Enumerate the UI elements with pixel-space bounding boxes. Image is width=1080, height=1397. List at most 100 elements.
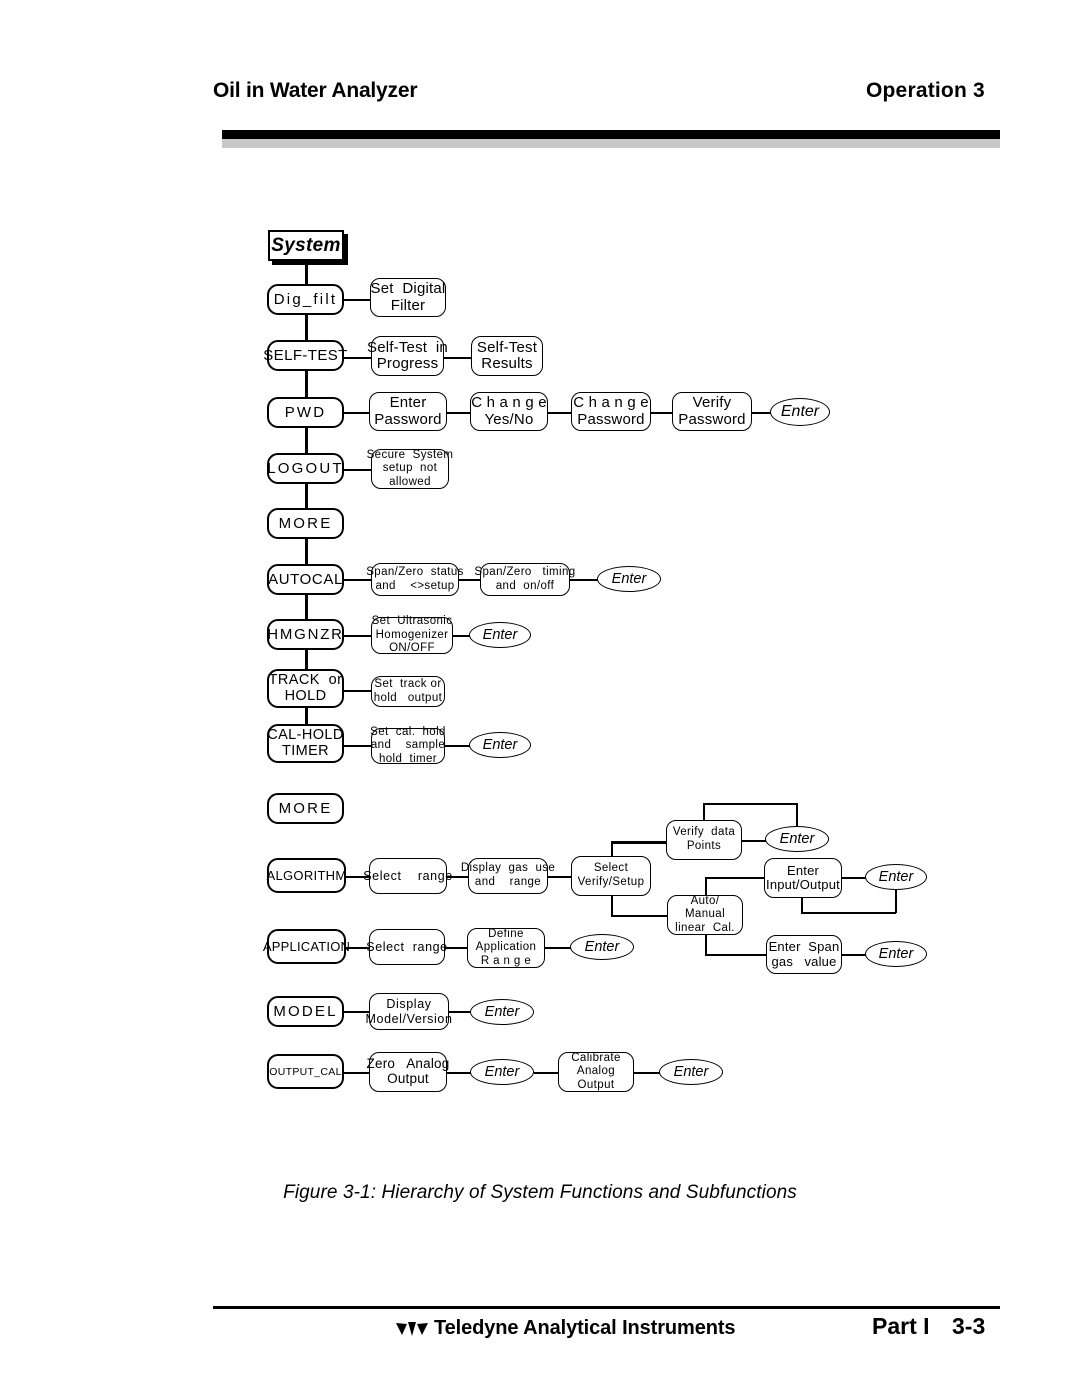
node-change-yes-no[interactable]: C h a n g e Yes/No bbox=[470, 392, 548, 431]
node-enter-calibrate-analog[interactable]: Enter bbox=[659, 1059, 723, 1085]
node-span-zero-status[interactable]: Span/Zero status and <>setup bbox=[366, 563, 463, 596]
footer-company-name: Teledyne Analytical Instruments bbox=[434, 1317, 736, 1339]
connector-defineapprange-to-enter bbox=[545, 947, 571, 949]
node-application-select-range[interactable]: Select range bbox=[366, 929, 447, 965]
connector-inputoutput-to-enter bbox=[842, 877, 866, 879]
node-set-track-hold-output[interactable]: Set track or hold output bbox=[371, 676, 445, 707]
node-algorithm[interactable]: ALGORITHM bbox=[267, 858, 346, 893]
node-application[interactable]: APPLICATION bbox=[263, 929, 350, 964]
node-verify-data-points-label: Verify data Points bbox=[672, 826, 736, 852]
node-enter-zero-analog-label: Enter bbox=[484, 1064, 520, 1080]
connector-calhold-to-settimer bbox=[340, 745, 372, 747]
connector-spangas-to-enter bbox=[842, 954, 866, 956]
node-enter-hmgnzr[interactable]: Enter bbox=[469, 622, 531, 648]
node-system: System bbox=[268, 230, 348, 265]
node-enter-autocal[interactable]: Enter bbox=[597, 566, 661, 592]
node-track-hold[interactable]: TRACK or HOLD bbox=[267, 669, 344, 708]
node-display-gas-use-range[interactable]: Display gas use and range bbox=[461, 858, 555, 894]
node-logout[interactable]: LOGOUT bbox=[267, 453, 344, 484]
node-enter-pwd[interactable]: Enter bbox=[770, 398, 830, 426]
node-set-ultrasonic-homogenizer[interactable]: Set Ultrasonic Homogenizer ON/OFF bbox=[371, 615, 453, 654]
node-enter-span-gas-ellipse-label: Enter bbox=[878, 946, 914, 962]
node-enter-input-output-label: Enter Input/Output bbox=[766, 862, 840, 892]
connector-pwd-to-logout bbox=[305, 427, 308, 453]
connector-to-verify-data-points bbox=[611, 841, 668, 843]
node-enter-verify-data[interactable]: Enter bbox=[765, 826, 829, 852]
node-enter-zero-analog[interactable]: Enter bbox=[470, 1059, 534, 1085]
connector-digfilt-to-setfilter bbox=[344, 299, 370, 301]
node-more-1[interactable]: MORE bbox=[267, 508, 344, 539]
node-enter-input-output-ellipse[interactable]: Enter bbox=[865, 864, 927, 890]
figure-caption: Figure 3-1: Hierarchy of System Function… bbox=[283, 1182, 797, 1203]
connector-logout-to-more1 bbox=[305, 484, 308, 508]
connector-verifydata-loop-left bbox=[703, 803, 705, 821]
node-zero-analog-output[interactable]: Zero Analog Output bbox=[367, 1052, 449, 1092]
node-hmgnzr-label: HMGNZR bbox=[267, 626, 344, 643]
node-enter-input-output[interactable]: Enter Input/Output bbox=[764, 858, 842, 898]
node-logout-label: LOGOUT bbox=[267, 460, 344, 477]
node-autocal[interactable]: AUTOCAL bbox=[267, 564, 344, 595]
node-output-cal[interactable]: OUTPUT_CAL bbox=[267, 1054, 344, 1089]
node-algorithm-select-range[interactable]: Select range bbox=[363, 858, 452, 894]
node-secure-system-msg[interactable]: Secure System setup not allowed bbox=[367, 449, 453, 489]
node-enter-span-gas-ellipse[interactable]: Enter bbox=[865, 941, 927, 967]
node-verify-password[interactable]: Verify Password bbox=[672, 392, 752, 431]
node-enter-password[interactable]: Enter Password bbox=[369, 392, 447, 431]
node-enter-verify-data-label: Enter bbox=[779, 831, 815, 847]
node-set-digital-filter[interactable]: Set Digital Filter bbox=[370, 278, 446, 317]
node-autocal-label: AUTOCAL bbox=[268, 571, 343, 588]
node-display-model-version[interactable]: Display Model/Version bbox=[366, 993, 452, 1030]
node-auto-manual-linear-cal-label: Auto/ Manual linear Cal. bbox=[675, 894, 735, 934]
node-enter-model[interactable]: Enter bbox=[470, 999, 534, 1025]
node-track-hold-label: TRACK or HOLD bbox=[268, 671, 343, 704]
connector-automanual-to-spangas bbox=[705, 954, 767, 956]
node-model[interactable]: MODEL bbox=[267, 996, 344, 1027]
node-define-application-range[interactable]: Define Application R a n g e bbox=[467, 928, 545, 968]
connector-hmgnzr-to-trackhold bbox=[305, 649, 308, 669]
node-enter-span-gas-value[interactable]: Enter Span gas value bbox=[766, 935, 842, 974]
node-algorithm-select-range-label: Select range bbox=[363, 868, 453, 883]
node-pwd[interactable]: PWD bbox=[267, 397, 344, 428]
node-secure-system-msg-label: Secure System setup not allowed bbox=[366, 448, 454, 488]
node-span-zero-timing[interactable]: Span/Zero timing and on/off bbox=[474, 563, 575, 596]
node-select-verify-setup-label: Select Verify/Setup bbox=[577, 862, 645, 888]
node-define-application-range-label: Define Application R a n g e bbox=[475, 927, 537, 967]
node-calibrate-analog-output[interactable]: Calibrate Analog Output bbox=[558, 1052, 634, 1092]
node-enter-hmgnzr-label: Enter bbox=[482, 627, 518, 643]
connector-enterpassword-to-changeyesno bbox=[447, 412, 471, 414]
node-self-test-progress[interactable]: Self-Test in Progress bbox=[367, 336, 448, 376]
connector-automanual-up bbox=[705, 877, 707, 896]
node-self-test-label: SELF-TEST bbox=[263, 347, 348, 364]
node-change-password[interactable]: C h a n g e Password bbox=[571, 392, 651, 431]
connector-verifypassword-to-enter bbox=[752, 412, 772, 414]
node-set-cal-hold-timer[interactable]: Set cal. hold and sample hold timer bbox=[370, 725, 446, 765]
node-enter-application-label: Enter bbox=[584, 939, 620, 955]
node-span-zero-status-label: Span/Zero status and <>setup bbox=[366, 565, 464, 592]
connector-ultrasonic-to-enter bbox=[452, 635, 470, 637]
node-auto-manual-linear-cal[interactable]: Auto/ Manual linear Cal. bbox=[667, 895, 743, 935]
node-self-test-results-label: Self-Test Results bbox=[476, 338, 538, 372]
connector-settimer-to-enter bbox=[444, 745, 470, 747]
node-enter-application[interactable]: Enter bbox=[570, 934, 634, 960]
connector-digfilt-to-selftest bbox=[305, 314, 308, 340]
node-display-gas-use-range-label: Display gas use and range bbox=[460, 862, 556, 888]
node-enter-autocal-label: Enter bbox=[611, 571, 647, 587]
node-self-test[interactable]: SELF-TEST bbox=[263, 340, 347, 371]
node-enter-calhold[interactable]: Enter bbox=[469, 732, 531, 758]
node-select-verify-setup[interactable]: Select Verify/Setup bbox=[571, 856, 651, 896]
footer-rule bbox=[213, 1306, 1000, 1309]
node-output-cal-label: OUTPUT_CAL bbox=[269, 1065, 342, 1078]
node-set-cal-hold-timer-label: Set cal. hold and sample hold timer bbox=[370, 725, 446, 765]
connector-changeyesno-to-changepassword bbox=[548, 412, 572, 414]
node-verify-data-points[interactable]: Verify data Points bbox=[666, 820, 742, 860]
node-cal-hold-timer[interactable]: CAL-HOLD TIMER bbox=[267, 724, 344, 763]
connector-verifydata-loop-right bbox=[796, 803, 798, 827]
node-dig-filt[interactable]: Dig_filt bbox=[267, 284, 344, 315]
connector-trackhold-to-calhold bbox=[305, 708, 308, 724]
node-more-2[interactable]: MORE bbox=[267, 793, 344, 824]
connector-calibrateanalog-to-enter bbox=[634, 1072, 660, 1074]
node-self-test-results[interactable]: Self-Test Results bbox=[471, 336, 543, 376]
node-pwd-label: PWD bbox=[284, 404, 327, 421]
node-hmgnzr[interactable]: HMGNZR bbox=[267, 619, 344, 650]
connector-pwd-to-enterpassword bbox=[344, 412, 370, 414]
